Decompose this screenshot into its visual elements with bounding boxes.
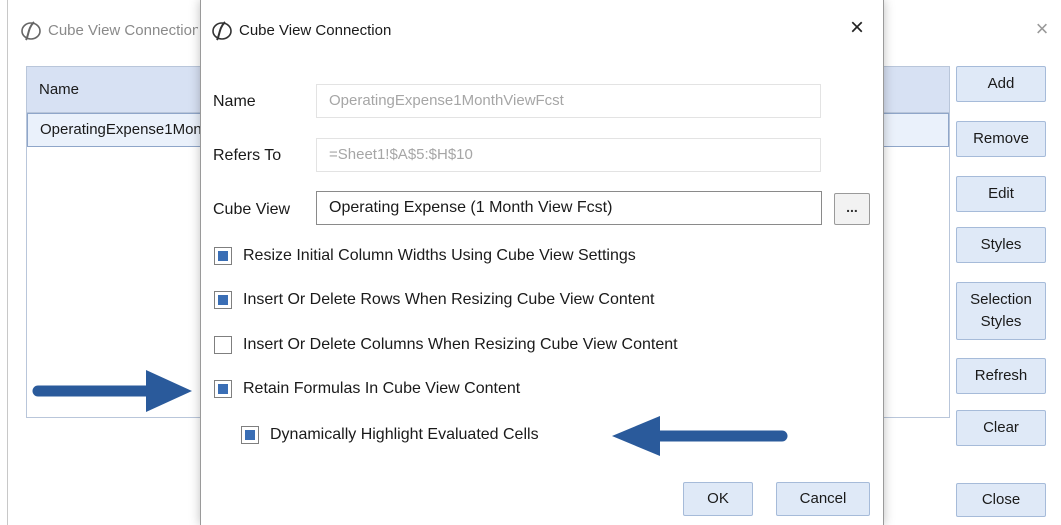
window-close-icon[interactable]: × bbox=[1031, 18, 1053, 40]
refresh-button[interactable]: Refresh bbox=[956, 358, 1046, 394]
styles-button[interactable]: Styles bbox=[956, 227, 1046, 263]
cube-view-field[interactable]: Operating Expense (1 Month View Fcst) bbox=[316, 191, 822, 225]
name-label: Name bbox=[213, 93, 256, 110]
browse-cube-view-button[interactable]: ... bbox=[834, 193, 870, 225]
dialog-title: Cube View Connection bbox=[239, 22, 392, 39]
cube-view-label: Cube View bbox=[213, 201, 291, 218]
insert-delete-rows-checkbox[interactable] bbox=[214, 291, 232, 309]
add-button[interactable]: Add bbox=[956, 66, 1046, 102]
highlight-evaluated-cells-checkbox[interactable] bbox=[241, 426, 259, 444]
dialog-close-icon[interactable]: × bbox=[845, 16, 869, 40]
option-retain-formulas[interactable]: Retain Formulas In Cube View Content bbox=[214, 380, 520, 398]
app-logo-icon bbox=[21, 21, 41, 41]
option-insert-delete-rows[interactable]: Insert Or Delete Rows When Resizing Cube… bbox=[214, 291, 654, 309]
option-highlight-evaluated-cells[interactable]: Dynamically Highlight Evaluated Cells bbox=[241, 426, 539, 444]
annotation-arrow-right-icon bbox=[32, 370, 192, 412]
selection-styles-line2: Styles bbox=[980, 313, 1022, 330]
close-button[interactable]: Close bbox=[956, 483, 1046, 517]
ok-button[interactable]: OK bbox=[683, 482, 753, 516]
option-label: Resize Initial Column Widths Using Cube … bbox=[243, 247, 636, 264]
insert-delete-columns-checkbox[interactable] bbox=[214, 336, 232, 354]
edit-button[interactable]: Edit bbox=[956, 176, 1046, 212]
selection-styles-line1: Selection bbox=[970, 291, 1032, 308]
app-logo-icon bbox=[212, 21, 232, 41]
option-insert-delete-columns[interactable]: Insert Or Delete Columns When Resizing C… bbox=[214, 336, 678, 354]
refers-to-field[interactable]: =Sheet1!$A$5:$H$10 bbox=[316, 138, 821, 172]
option-label: Retain Formulas In Cube View Content bbox=[243, 380, 521, 397]
annotation-arrow-left-icon bbox=[612, 416, 788, 456]
cancel-button[interactable]: Cancel bbox=[776, 482, 870, 516]
window-title: Cube View Connections bbox=[48, 22, 198, 39]
option-label: Dynamically Highlight Evaluated Cells bbox=[270, 426, 539, 443]
option-resize-column-widths[interactable]: Resize Initial Column Widths Using Cube … bbox=[214, 247, 636, 265]
list-header-name: Name bbox=[39, 81, 80, 98]
remove-button[interactable]: Remove bbox=[956, 121, 1046, 157]
clear-button[interactable]: Clear bbox=[956, 410, 1046, 446]
selection-styles-button[interactable]: Selection Styles bbox=[956, 282, 1046, 340]
option-label: Insert Or Delete Columns When Resizing C… bbox=[243, 336, 678, 353]
option-label: Insert Or Delete Rows When Resizing Cube… bbox=[243, 291, 655, 308]
retain-formulas-checkbox[interactable] bbox=[214, 380, 232, 398]
refers-to-label: Refers To bbox=[213, 147, 282, 164]
name-field[interactable]: OperatingExpense1MonthViewFcst bbox=[316, 84, 821, 118]
resize-column-widths-checkbox[interactable] bbox=[214, 247, 232, 265]
